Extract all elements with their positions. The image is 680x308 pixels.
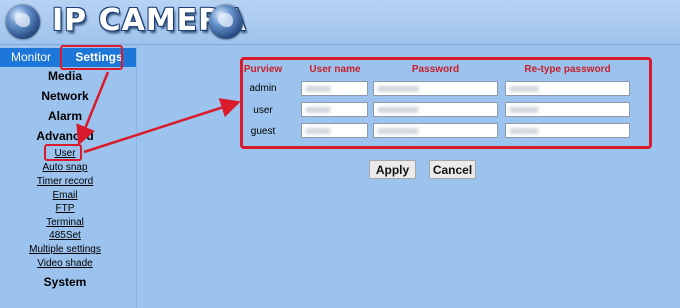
retype-password-field[interactable]: [505, 123, 630, 138]
header-username: User name: [309, 64, 361, 75]
retype-password-field[interactable]: [505, 81, 630, 96]
header-retype-password: Re-type password: [524, 64, 611, 75]
password-field[interactable]: [373, 102, 498, 117]
apply-button[interactable]: Apply: [369, 160, 416, 179]
username-field[interactable]: [301, 81, 368, 96]
cancel-button[interactable]: Cancel: [429, 160, 476, 179]
annotation-arrows: [76, 71, 241, 154]
password-field[interactable]: [373, 81, 498, 96]
username-field[interactable]: [301, 123, 368, 138]
retype-password-field[interactable]: [505, 102, 630, 117]
row-purview-admin: admin: [249, 83, 277, 94]
row-purview-user: user: [253, 105, 273, 116]
arrow-to-form: [83, 98, 241, 154]
row-purview-guest: guest: [250, 126, 276, 137]
password-field[interactable]: [373, 123, 498, 138]
header-purview: Purview: [243, 64, 283, 75]
username-field[interactable]: [301, 102, 368, 117]
arrow-to-user: [76, 71, 110, 146]
header-password: Password: [411, 64, 460, 75]
